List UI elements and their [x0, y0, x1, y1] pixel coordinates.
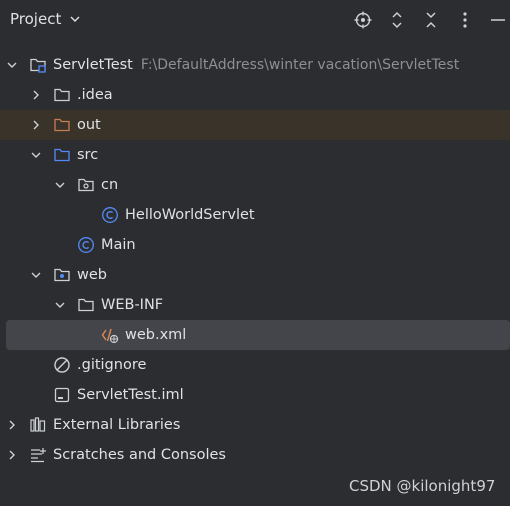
package-icon	[77, 176, 95, 194]
tree-item-src[interactable]: src	[0, 140, 510, 170]
tree-item-servlettest[interactable]: ServletTest F:\DefaultAddress\winter vaca…	[0, 50, 510, 80]
chevron-down-icon[interactable]	[29, 148, 43, 162]
chevron-down-icon[interactable]	[29, 268, 43, 282]
ignore-file-icon	[53, 356, 71, 374]
chevron-down-icon	[69, 13, 81, 25]
module-file-icon	[53, 386, 71, 404]
tree-item-label: ServletTest	[53, 57, 133, 73]
chevron-down-icon[interactable]	[53, 298, 67, 312]
module-folder-icon	[29, 56, 47, 74]
tree-item-label: Main	[101, 237, 136, 253]
tree-item-iml[interactable]: ServletTest.iml	[0, 380, 510, 410]
more-options-icon[interactable]	[454, 9, 476, 31]
collapse-all-icon[interactable]	[420, 9, 442, 31]
folder-icon	[53, 86, 71, 104]
source-folder-icon	[53, 146, 71, 164]
panel-title: Project	[10, 10, 62, 28]
locate-icon[interactable]	[352, 9, 374, 31]
tree-item-web[interactable]: web	[0, 260, 510, 290]
project-path: F:\DefaultAddress\winter vacation\Servle…	[140, 57, 460, 73]
tree-item-label: cn	[101, 177, 119, 193]
project-view-selector[interactable]: Project	[10, 10, 81, 28]
chevron-right-icon[interactable]	[29, 118, 43, 132]
chevron-right-icon[interactable]	[5, 448, 19, 462]
tree-item-main[interactable]: Main	[0, 230, 510, 260]
tree-item-label: out	[77, 117, 101, 133]
tree-item-label: .gitignore	[77, 357, 147, 373]
java-class-icon	[77, 236, 95, 254]
folder-icon	[77, 296, 95, 314]
web-folder-icon	[53, 266, 71, 284]
tree-item-label: External Libraries	[53, 417, 181, 433]
excluded-folder-icon	[53, 116, 71, 134]
tree-item-scratches[interactable]: Scratches and Consoles	[0, 440, 510, 470]
tree-item-label: HelloWorldServlet	[125, 207, 255, 223]
chevron-down-icon[interactable]	[5, 58, 19, 72]
library-icon	[29, 416, 47, 434]
chevron-right-icon[interactable]	[5, 418, 19, 432]
tree-item-label: web.xml	[125, 327, 187, 343]
xml-file-icon	[101, 326, 119, 344]
tree-item-helloworldservlet[interactable]: HelloWorldServlet	[0, 200, 510, 230]
chevron-down-icon[interactable]	[53, 178, 67, 192]
tree-item-label: .idea	[77, 87, 113, 103]
tree-item-label: Scratches and Consoles	[53, 447, 226, 463]
chevron-right-icon[interactable]	[29, 88, 43, 102]
tree-item-web-xml[interactable]: web.xml	[6, 320, 510, 350]
tree-item-web-inf[interactable]: WEB-INF	[0, 290, 510, 320]
java-class-icon	[101, 206, 119, 224]
tree-item-label: src	[77, 147, 99, 163]
minimize-icon[interactable]	[487, 9, 509, 31]
tree-item-idea[interactable]: .idea	[0, 80, 510, 110]
watermark: CSDN @kilonight97	[349, 477, 496, 495]
expand-all-icon[interactable]	[386, 9, 408, 31]
scratches-icon	[29, 446, 47, 464]
tree-item-cn[interactable]: cn	[0, 170, 510, 200]
tree-item-gitignore[interactable]: .gitignore	[0, 350, 510, 380]
tree-item-label: web	[77, 267, 107, 283]
project-panel-header: Project	[0, 0, 510, 40]
tree-item-label: WEB-INF	[101, 297, 164, 313]
tree-item-out[interactable]: out	[0, 110, 510, 140]
tree-item-label: ServletTest.iml	[77, 387, 184, 403]
tree-item-external-libraries[interactable]: External Libraries	[0, 410, 510, 440]
